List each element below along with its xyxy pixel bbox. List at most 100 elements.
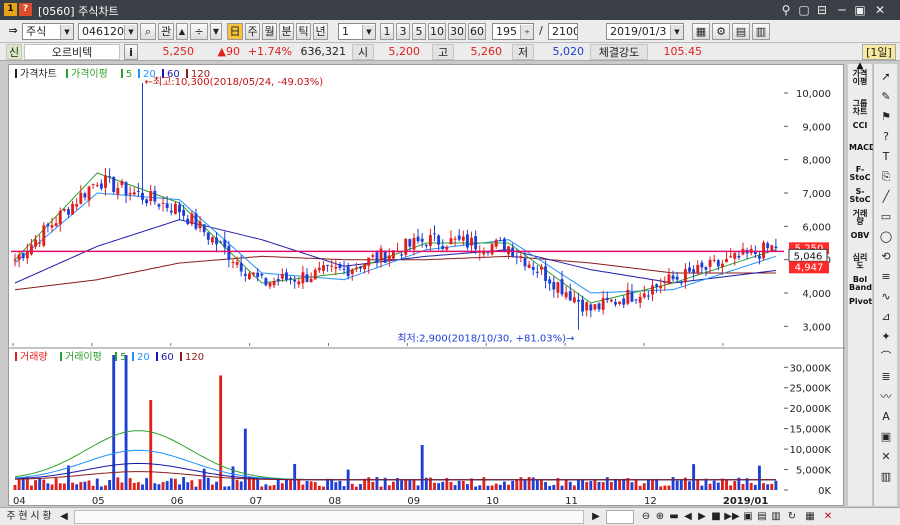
- spin-button[interactable]: ÷: [190, 23, 208, 40]
- total-count-input[interactable]: 2100: [548, 23, 578, 40]
- scrollbar[interactable]: [74, 510, 584, 524]
- tab-current[interactable]: 현: [18, 510, 28, 524]
- layout-icon[interactable]: ▣: [742, 510, 754, 524]
- volume-bar: [416, 485, 420, 490]
- tab-stock[interactable]: 주: [6, 510, 16, 524]
- grid-settings-icon[interactable]: ▦: [692, 23, 710, 40]
- close-chart-icon[interactable]: ✕: [822, 510, 834, 524]
- window-tool[interactable]: ▣: [876, 428, 896, 445]
- indicator-4[interactable]: F-StoC: [849, 166, 871, 182]
- print-icon[interactable]: ▥: [770, 510, 782, 524]
- search-button[interactable]: ⌕: [140, 23, 156, 40]
- stock-dropdown-button[interactable]: ▼: [210, 23, 222, 40]
- rect-tool[interactable]: ▭: [876, 208, 896, 225]
- period-tick-button[interactable]: 틱: [296, 23, 311, 40]
- market-select[interactable]: 주식 ▼: [22, 23, 74, 40]
- ellipse-tool[interactable]: ◯: [876, 228, 896, 245]
- scroll-left-icon-2[interactable]: ▶: [590, 510, 602, 524]
- minimize-button[interactable]: ─: [834, 2, 850, 18]
- watchlist-button[interactable]: 관: [158, 23, 174, 40]
- stock-code-input[interactable]: 046120 ▼: [78, 23, 138, 40]
- info-button[interactable]: i: [124, 44, 138, 60]
- chart-tool[interactable]: ▥: [876, 468, 896, 485]
- indicator-8[interactable]: 심리도: [849, 254, 871, 270]
- daily-period-button[interactable]: 日: [227, 23, 243, 40]
- line-tool[interactable]: ╱: [876, 188, 896, 205]
- indicator-3[interactable]: MACD: [849, 144, 876, 152]
- capture-tool[interactable]: ⎘: [876, 168, 896, 185]
- indicator-5[interactable]: S-StoC: [849, 188, 871, 204]
- retrace-tool[interactable]: ≣: [876, 368, 896, 385]
- zoom-out-icon[interactable]: ⊖: [640, 510, 652, 524]
- volume-bar: [210, 484, 214, 490]
- date-picker[interactable]: 2019/01/3 ▼: [606, 23, 684, 40]
- question-tool[interactable]: ?: [876, 128, 896, 145]
- indicator-7[interactable]: OBV: [849, 232, 871, 240]
- prev-up-button[interactable]: ▲: [176, 23, 188, 40]
- calc-icon[interactable]: ▥: [752, 23, 770, 40]
- cycle-tool[interactable]: ⟲: [876, 248, 896, 265]
- fan-tool[interactable]: ✦: [876, 328, 896, 345]
- volume-bar: [593, 479, 597, 490]
- interval-5-button[interactable]: 5: [412, 23, 426, 40]
- period-year-button[interactable]: 년: [313, 23, 328, 40]
- interval-3-button[interactable]: 3: [396, 23, 410, 40]
- indicator-1[interactable]: 그룹차트: [849, 100, 871, 116]
- chart-area[interactable]: 10,0009,0008,0007,0006,0005,0004,0003,00…: [8, 64, 845, 507]
- candle: [659, 286, 663, 289]
- delete-tool[interactable]: ✕: [876, 448, 896, 465]
- end-icon[interactable]: ▶▶: [724, 510, 740, 524]
- zoom-in-icon[interactable]: ⊕: [654, 510, 666, 524]
- zoom-input[interactable]: [606, 510, 634, 524]
- interval-10-button[interactable]: 10: [428, 23, 446, 40]
- volume-bar: [99, 486, 103, 490]
- candle: [474, 236, 478, 250]
- scroll-left-icon[interactable]: ◀: [58, 510, 70, 524]
- help-icon[interactable]: ?: [19, 3, 32, 16]
- pin-window-button[interactable]: ⚲: [778, 2, 794, 18]
- arc-tool[interactable]: ⌒: [876, 348, 896, 365]
- grid-icon[interactable]: ▦: [804, 510, 816, 524]
- flag-tool[interactable]: ⚑: [876, 108, 896, 125]
- text-tool[interactable]: T: [876, 148, 896, 165]
- indicator-9[interactable]: Bol Band: [849, 276, 872, 292]
- gear-icon[interactable]: ⚙: [712, 23, 730, 40]
- scroll-up-icon[interactable]: ▲: [849, 62, 871, 71]
- display-count-input[interactable]: 195 ÷: [492, 23, 534, 40]
- indicator-10[interactable]: Pivot: [849, 298, 872, 306]
- period-minute-button[interactable]: 분: [279, 23, 294, 40]
- pin-tool[interactable]: ✎: [876, 88, 896, 105]
- indicator-2[interactable]: CCI: [849, 122, 871, 130]
- indicator-6[interactable]: 거래량: [849, 210, 871, 226]
- next-icon[interactable]: ▶: [696, 510, 708, 524]
- price-volume-chart[interactable]: 10,0009,0008,0007,0006,0005,0004,0003,00…: [9, 65, 845, 507]
- link-window-button[interactable]: ▢: [796, 2, 812, 18]
- refresh-icon[interactable]: ↻: [786, 510, 798, 524]
- prev-icon[interactable]: ◀: [682, 510, 694, 524]
- tab-status[interactable]: 황: [42, 510, 52, 524]
- indicator-0[interactable]: 가격이평: [849, 70, 871, 86]
- fib-tool[interactable]: ∿: [876, 288, 896, 305]
- period-count-select[interactable]: 1 ▼: [338, 23, 376, 40]
- wave-tool[interactable]: 〰: [876, 388, 896, 405]
- arrow-tool[interactable]: ➚: [876, 68, 896, 85]
- layout-window-button[interactable]: ⊟: [814, 2, 830, 18]
- app-icon[interactable]: 1: [4, 3, 17, 16]
- period-week-button[interactable]: 주: [245, 23, 260, 40]
- period-month-button[interactable]: 월: [262, 23, 277, 40]
- save-icon[interactable]: ▤: [732, 23, 750, 40]
- menu-arrow-icon[interactable]: ⇒: [6, 23, 20, 39]
- interval-60-button[interactable]: 60: [468, 23, 486, 40]
- interval-1-button[interactable]: 1: [380, 23, 394, 40]
- maximize-button[interactable]: ▣: [852, 2, 868, 18]
- channel-tool[interactable]: ≡: [876, 268, 896, 285]
- tab-market[interactable]: 시: [30, 510, 40, 524]
- minus-icon[interactable]: ▬: [668, 510, 680, 524]
- stop-icon[interactable]: ■: [710, 510, 722, 524]
- gann-tool[interactable]: ⊿: [876, 308, 896, 325]
- volume-bar: [46, 483, 50, 490]
- interval-30-button[interactable]: 30: [448, 23, 466, 40]
- auto-tool[interactable]: A: [876, 408, 896, 425]
- close-button[interactable]: ✕: [872, 2, 888, 18]
- copy-icon[interactable]: ▤: [756, 510, 768, 524]
